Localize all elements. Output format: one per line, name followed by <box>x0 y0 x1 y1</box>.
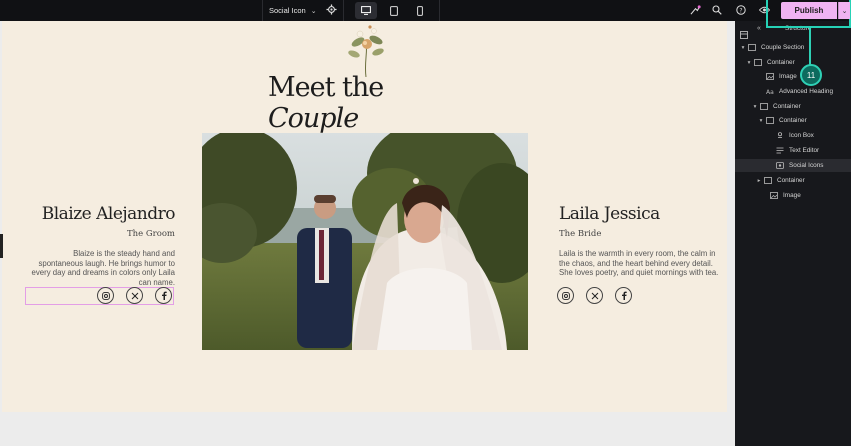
container-icon <box>759 102 769 111</box>
heading-script-text: Couple <box>268 103 359 134</box>
bride-role: The Bride <box>559 229 602 239</box>
structure-item-label: Container <box>779 117 807 124</box>
tree-toggle-icon[interactable]: ▸ <box>755 178 763 184</box>
structure-item-label: Container <box>767 59 795 66</box>
structure-item-label: Container <box>777 177 805 184</box>
publish-button[interactable]: Publish <box>781 2 837 19</box>
section-icon <box>747 43 757 52</box>
image-icon <box>769 191 779 200</box>
structure-item-label: Icon Box <box>789 132 814 139</box>
gear-icon[interactable] <box>326 4 337 17</box>
tree-toggle-icon[interactable]: ▾ <box>757 118 765 124</box>
tablet-icon[interactable] <box>383 2 405 19</box>
image-icon <box>765 72 775 81</box>
groom-bio[interactable]: Blaize is the steady hand and spontaneou… <box>28 249 175 287</box>
collapse-panel-icon[interactable]: « <box>757 25 761 32</box>
structure-item-image[interactable]: Image <box>735 189 851 202</box>
heading-icon: Aa <box>765 87 775 96</box>
iconbox-icon <box>775 131 785 140</box>
structure-item-label: Text Editor <box>789 147 820 154</box>
notifications-icon[interactable] <box>688 3 702 17</box>
desktop-icon[interactable] <box>355 2 377 19</box>
help-icon[interactable]: ? <box>734 3 748 17</box>
structure-item-heading[interactable]: Aa Advanced Heading <box>735 85 851 98</box>
x-icon[interactable] <box>126 287 143 304</box>
publish-options-chevron-icon[interactable]: ⌄ <box>838 2 850 19</box>
structure-item-label: Container <box>773 103 801 110</box>
groom-role: The Groom <box>126 229 175 239</box>
text-icon <box>775 146 785 155</box>
tree-toggle-icon[interactable]: ▾ <box>745 60 753 66</box>
instagram-icon[interactable] <box>97 287 114 304</box>
groom-name[interactable]: Blaize Alejandro <box>28 204 176 224</box>
x-icon[interactable] <box>586 287 603 304</box>
structure-panel: « Structure ▾ Couple Section ▾ Container Ima… <box>735 21 851 446</box>
device-switcher <box>346 0 440 21</box>
step-badge: 11 <box>800 64 822 86</box>
structure-item-text[interactable]: Text Editor <box>735 144 851 157</box>
groom-social-icons <box>97 287 172 304</box>
element-selector[interactable]: Social Icon ⌄ <box>262 0 344 21</box>
structure-item-iconbox[interactable]: Icon Box <box>735 129 851 142</box>
structure-item-label: Couple Section <box>761 44 805 51</box>
tree-toggle-icon[interactable]: ▾ <box>751 104 759 110</box>
social-icon <box>775 161 785 170</box>
structure-item-container[interactable]: ▾ Container <box>735 100 851 113</box>
search-icon[interactable] <box>710 3 724 17</box>
mobile-icon[interactable] <box>409 2 431 19</box>
page-title[interactable]: Meet the Couple <box>268 72 468 134</box>
svg-text:?: ? <box>739 7 742 14</box>
facebook-icon[interactable] <box>155 287 172 304</box>
svg-text:Aa: Aa <box>766 89 774 95</box>
step-connector-line <box>809 26 811 65</box>
container-icon <box>765 116 775 125</box>
bride-name[interactable]: Laila Jessica <box>559 204 719 224</box>
floral-decoration-image <box>348 25 384 77</box>
groom-block: Blaize Alejandro The Groom Blaize is the… <box>28 204 176 287</box>
instagram-icon[interactable] <box>557 287 574 304</box>
bride-block: Laila Jessica The Bride Laila is the war… <box>559 204 719 278</box>
facebook-icon[interactable] <box>615 287 632 304</box>
structure-item-section[interactable]: ▾ Couple Section <box>735 41 851 54</box>
canvas-edge-handle[interactable] <box>0 234 3 258</box>
element-title: Social Icon <box>269 6 306 15</box>
publish-highlight: Publish ⌄ <box>766 0 851 28</box>
container-icon <box>763 176 773 185</box>
container-icon <box>753 58 763 67</box>
structure-item-container[interactable]: ▾ Container <box>735 56 851 69</box>
structure-item-social[interactable]: Social Icons <box>735 159 851 172</box>
structure-item-label: Image <box>783 192 801 199</box>
structure-item-label: Social Icons <box>789 162 824 169</box>
tree-toggle-icon[interactable]: ▾ <box>739 45 747 51</box>
bride-bio[interactable]: Laila is the warmth in every room, the c… <box>559 249 719 278</box>
structure-item-label: Image <box>779 73 797 80</box>
structure-item-container[interactable]: ▸ Container <box>735 174 851 187</box>
couple-photo-image[interactable] <box>202 133 528 350</box>
chevron-down-icon: ⌄ <box>310 7 317 15</box>
top-toolbar: Social Icon ⌄ ? <box>0 0 851 21</box>
structure-item-container[interactable]: ▾ Container <box>735 114 851 127</box>
structure-item-image[interactable]: Image <box>735 70 851 83</box>
structure-item-label: Advanced Heading <box>779 88 834 95</box>
bride-social-icons <box>557 287 632 304</box>
